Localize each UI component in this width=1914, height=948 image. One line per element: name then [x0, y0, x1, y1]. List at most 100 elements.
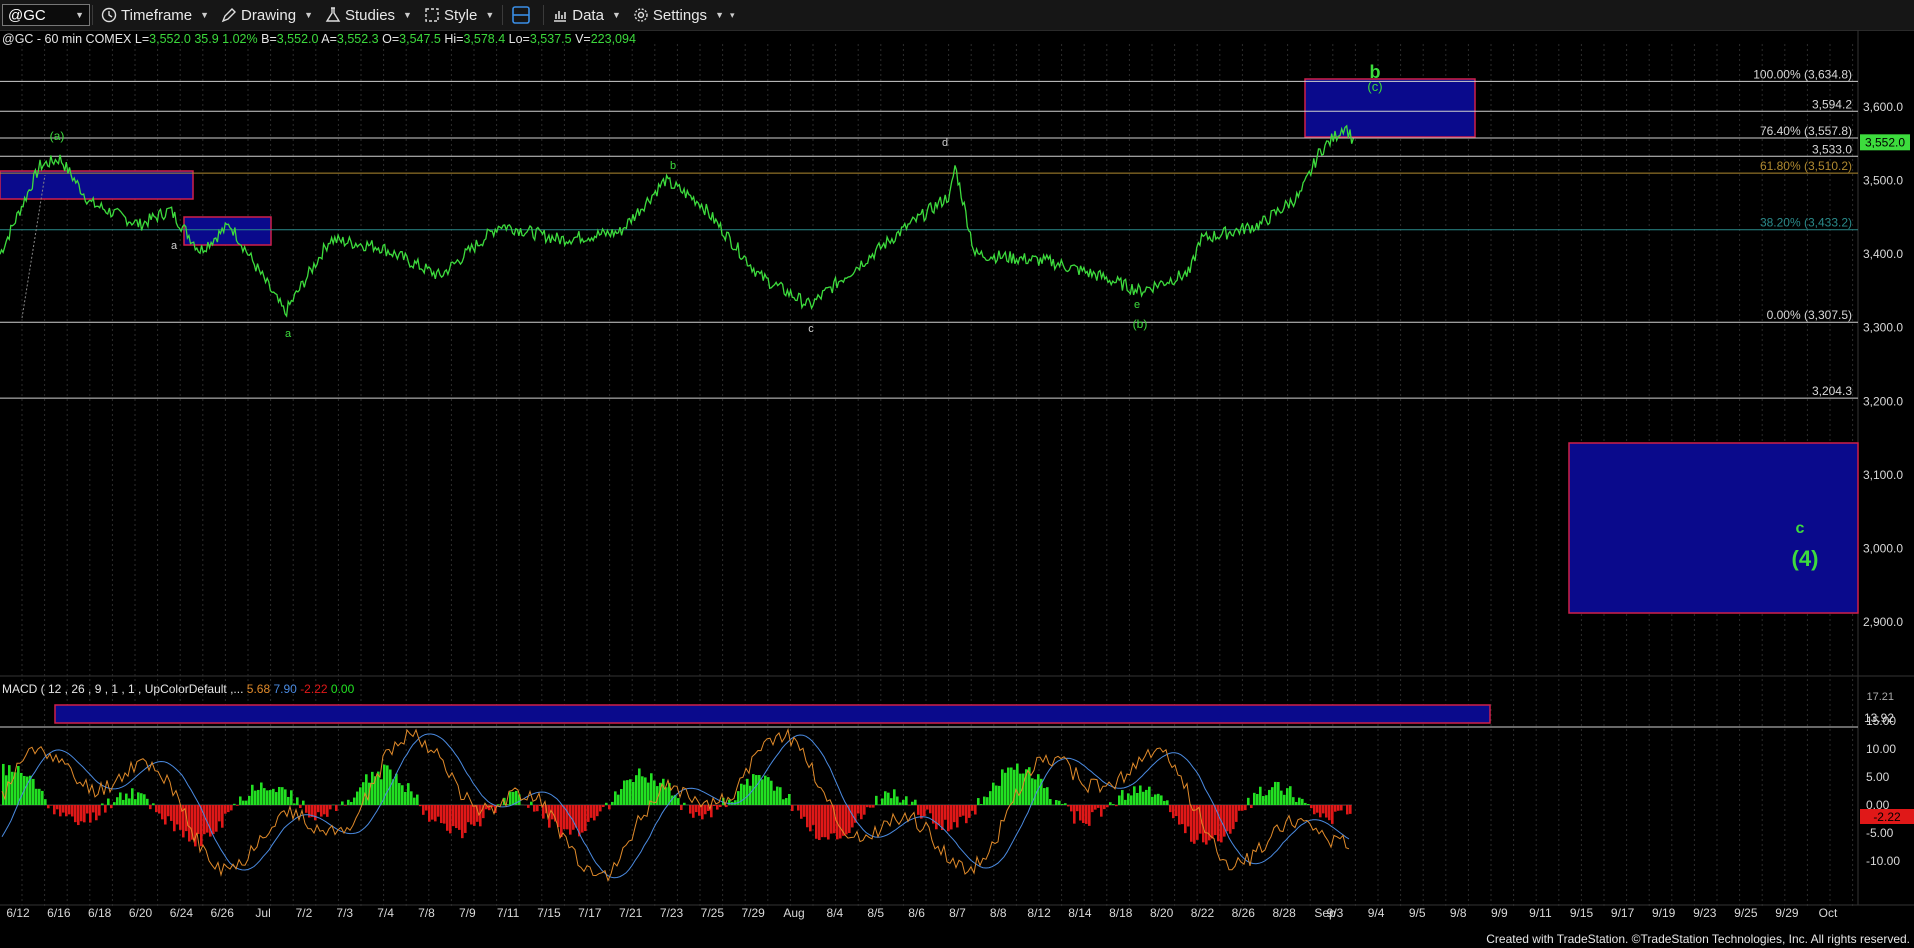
macd-bar-down	[566, 805, 569, 830]
wave-label: (b)	[1133, 317, 1148, 331]
macd-bar-up	[1271, 787, 1274, 805]
macd-bar-down	[800, 805, 803, 819]
macd-bar-down	[1187, 805, 1190, 827]
macd-bar-down	[1094, 805, 1097, 810]
macd-bar-up	[410, 791, 413, 805]
macd-bar-down	[590, 805, 593, 818]
macd-bar-down	[98, 805, 101, 816]
price-chart[interactable]: 100.00% (3,634.8) 3,594.2 76.40% (3,557.8)…	[0, 0, 1914, 948]
macd-bar-up	[1148, 786, 1151, 805]
macd-bar-down	[1229, 805, 1232, 834]
macd-header: MACD ( 12 , 26 , 9 , 1 , 1 , UpColorDefa…	[2, 682, 354, 696]
macd-bar-up	[137, 792, 140, 805]
macd-bar-up	[749, 785, 752, 805]
macd-bar-up	[761, 779, 764, 805]
time-tick-label: 7/3	[336, 906, 353, 920]
macd-bar-up	[122, 799, 125, 805]
macd-bar-up	[899, 802, 902, 805]
macd-bar-down	[1226, 805, 1229, 832]
price-tick-label: 3,300.0	[1863, 321, 1903, 335]
macd-bar-down	[470, 805, 473, 825]
price-tick-label: 3,000.0	[1863, 541, 1903, 555]
macd-bar-up	[1001, 769, 1004, 805]
macd-bar-up	[1043, 788, 1046, 805]
macd-bar-down	[173, 805, 176, 832]
macd-bar-up	[1166, 800, 1169, 805]
macd-bar-down	[50, 805, 53, 806]
macd-bar-down	[695, 805, 698, 813]
macd-bar-up	[1307, 803, 1310, 805]
macd-bar-down	[1085, 805, 1088, 824]
macd-bar-up	[1145, 789, 1148, 805]
macd-bar-down	[1343, 805, 1346, 806]
macd-bar-down	[305, 805, 308, 813]
macd-bar-down	[1325, 805, 1328, 818]
macd-bar-up	[644, 777, 647, 805]
macd-bar-down	[824, 805, 827, 838]
macd-bar-down	[428, 805, 431, 822]
wave-label: (a)	[50, 129, 65, 143]
macd-bar-down	[602, 805, 605, 808]
level-label: 38.20% (3,433.2)	[1760, 216, 1852, 230]
time-tick-label: 8/28	[1272, 906, 1296, 920]
macd-bar-up	[371, 771, 374, 805]
macd-bar-down	[926, 805, 929, 810]
macd-bar-up	[512, 791, 515, 805]
macd-bar-down	[47, 805, 50, 809]
macd-bar-up	[140, 793, 143, 805]
macd-bar-up	[386, 765, 389, 805]
macd-bar-up	[260, 782, 263, 805]
box-left-2	[183, 216, 272, 246]
macd-bar-up	[983, 796, 986, 805]
macd-bar-up	[242, 800, 245, 805]
macd-bar-down	[422, 805, 425, 815]
macd-bar-down	[95, 805, 98, 821]
macd-bar-down	[1250, 805, 1253, 809]
macd-bar-down	[941, 805, 944, 831]
macd-bar-up	[779, 787, 782, 805]
macd-bar-down	[1196, 805, 1199, 840]
macd-bar-down	[467, 805, 470, 823]
macd-bar-up	[101, 803, 104, 805]
macd-bar-up	[359, 787, 362, 805]
macd-bar-down	[53, 805, 56, 815]
macd-level-label: 13.92	[1864, 711, 1894, 725]
macd-bar-down	[62, 805, 65, 813]
macd-bar-up	[20, 772, 23, 805]
macd-bar-up	[1277, 782, 1280, 805]
macd-bar-down	[443, 805, 446, 824]
time-tick-label: 8/26	[1232, 906, 1256, 920]
macd-bar-up	[1151, 796, 1154, 805]
macd-tick-label: 10.00	[1866, 742, 1896, 756]
macd-bar-down	[1319, 805, 1322, 818]
macd-bar-down	[149, 805, 152, 810]
time-tick-label: 6/12	[6, 906, 30, 920]
level-label: 3,594.2	[1812, 97, 1852, 111]
macd-bar-down	[89, 805, 92, 823]
macd-bar-down	[1169, 805, 1172, 813]
macd-bar-up	[1007, 767, 1010, 805]
macd-bar-down	[1241, 805, 1244, 811]
macd-bar-up	[1016, 763, 1019, 805]
macd-bar-up	[1139, 785, 1142, 805]
macd-bar-up	[1154, 794, 1157, 805]
macd-bar-down	[1205, 805, 1208, 845]
time-tick-label: 7/29	[742, 906, 766, 920]
macd-bar-up	[755, 775, 758, 805]
macd-bar-down	[1349, 805, 1352, 814]
macd-bar-up	[788, 794, 791, 805]
macd-bar-up	[263, 788, 266, 805]
time-tick-label: 8/12	[1027, 906, 1051, 920]
macd-bar-up	[407, 783, 410, 805]
macd-bar-down	[1115, 805, 1118, 807]
time-tick-label: 7/25	[701, 906, 725, 920]
macd-bar-up	[665, 787, 668, 805]
macd-bar-up	[1298, 797, 1301, 805]
macd-diff-value: -2.22	[300, 682, 328, 696]
macd-bar-down	[440, 805, 443, 824]
macd-bar-down	[212, 805, 215, 835]
macd-bar-up	[38, 788, 41, 805]
time-tick-label: 7/9	[459, 906, 476, 920]
macd-bar-down	[797, 805, 800, 811]
macd-bar-up	[281, 787, 284, 805]
